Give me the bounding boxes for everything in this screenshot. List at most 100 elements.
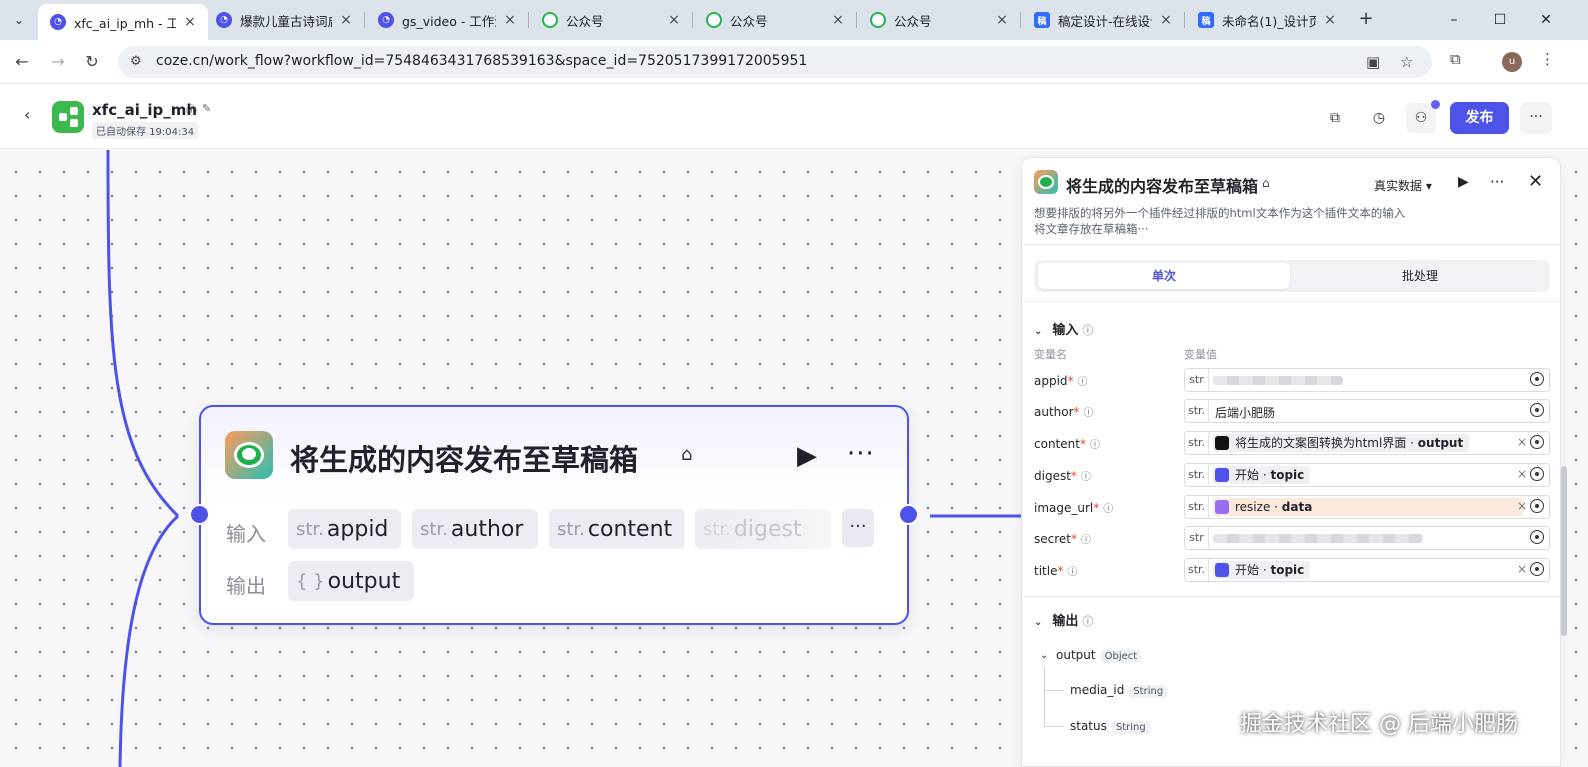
variable-reference-tag[interactable]: 开始 · topic [1213, 466, 1311, 484]
input-section-header[interactable]: ⌄ 输入 ⓘ [1034, 319, 1093, 338]
maximize-icon[interactable]: ☐ [1486, 8, 1514, 32]
publish-button[interactable]: 发布 [1450, 102, 1509, 134]
browser-tab-7[interactable]: 稿 稿定设计-在线设计 × [1022, 4, 1184, 36]
close-icon[interactable]: × [338, 12, 354, 28]
node-output-label: 输出 [226, 574, 266, 598]
minimize-icon[interactable]: – [1440, 8, 1468, 32]
extensions-icon[interactable]: ⧉ [1450, 50, 1461, 68]
param-name-title: title* ⓘ [1034, 564, 1078, 578]
address-bar[interactable]: ⚙ coze.cn/work_flow?workflow_id=75484634… [118, 46, 1432, 78]
param-input-secret[interactable]: str [1184, 526, 1550, 550]
clear-icon[interactable]: × [1517, 467, 1527, 481]
param-input-appid[interactable]: str [1184, 368, 1550, 392]
param-input-digest[interactable]: str. 开始 · topic × [1184, 463, 1550, 487]
variable-reference-icon[interactable] [1530, 372, 1544, 386]
info-icon[interactable]: ⓘ [1081, 535, 1091, 546]
info-icon[interactable]: ⓘ [1090, 440, 1100, 451]
variable-reference-icon[interactable] [1530, 435, 1544, 449]
chevron-down-icon: ⌄ [1034, 326, 1043, 337]
variable-reference-tag[interactable]: 将生成的文案图转换为html界面 · output [1213, 434, 1470, 452]
reload-icon[interactable]: ↻ [80, 50, 104, 74]
plugin-store-icon[interactable]: ⌂ [1262, 176, 1270, 190]
back-chevron-icon[interactable]: ‹ [24, 105, 30, 124]
output-section-header[interactable]: ⌄ 输出 ⓘ [1034, 610, 1093, 629]
param-name-content: content* ⓘ [1034, 437, 1100, 451]
clear-icon[interactable]: × [1517, 435, 1527, 449]
tab-batch[interactable]: 批处理 [1294, 263, 1546, 289]
info-icon[interactable]: ⓘ [186, 102, 197, 118]
param-input-content[interactable]: str. 将生成的文案图转换为html界面 · output × [1184, 431, 1550, 455]
forward-arrow-icon[interactable]: → [46, 50, 70, 74]
variable-reference-icon[interactable] [1530, 562, 1544, 576]
input-pill-digest: str. digest [695, 509, 831, 549]
run-node-icon[interactable]: ▶ [797, 441, 817, 471]
close-icon[interactable]: × [1322, 12, 1338, 28]
param-input-image-url[interactable]: str. resize · data × [1184, 495, 1550, 519]
site-settings-icon[interactable]: ⚙ [130, 54, 142, 69]
browser-tab-4[interactable]: 公众号 × [530, 4, 692, 36]
wechat-icon [542, 12, 558, 28]
plugin-store-icon[interactable]: ⌂ [681, 444, 692, 465]
clipboard-icon[interactable]: ▣ [1366, 53, 1380, 71]
param-name-digest: digest* ⓘ [1034, 469, 1091, 483]
param-input-author[interactable]: str. 后端小肥肠 [1184, 399, 1550, 423]
close-icon[interactable]: × [666, 12, 682, 28]
back-arrow-icon[interactable]: ← [10, 50, 34, 74]
panel-scrollbar[interactable] [1561, 466, 1567, 636]
info-icon[interactable]: ⓘ [1082, 615, 1093, 628]
data-mode-select[interactable]: 真实数据 ▾ [1374, 177, 1432, 194]
close-icon[interactable]: × [1158, 12, 1174, 28]
tab-search-chevron-icon[interactable]: ⌄ [6, 8, 32, 32]
browser-tab-8[interactable]: 稿 未命名(1)_设计页 × [1186, 4, 1348, 36]
info-icon[interactable]: ⓘ [1067, 567, 1077, 578]
profile-avatar[interactable]: u [1502, 52, 1522, 72]
tab-single[interactable]: 单次 [1038, 263, 1290, 289]
info-icon[interactable]: ⓘ [1084, 408, 1094, 419]
more-icon[interactable]: ··· [1490, 173, 1504, 191]
chevron-down-icon[interactable]: ⌄ [1040, 650, 1048, 661]
node-source-icon [1215, 436, 1229, 450]
param-input-title[interactable]: str. 开始 · topic × [1184, 558, 1550, 582]
close-icon[interactable]: ✕ [1528, 171, 1543, 192]
close-icon[interactable]: × [830, 12, 846, 28]
variable-reference-tag[interactable]: resize · data [1213, 498, 1523, 516]
workflow-header: ‹ xfc_ai_ip_mh ⓘ ✎ 已自动保存 19:04:34 ⧉ ◷ ⚇ … [0, 85, 1588, 149]
close-icon[interactable]: × [502, 12, 518, 28]
variable-reference-icon[interactable] [1530, 403, 1544, 417]
variable-reference-icon[interactable] [1530, 530, 1544, 544]
plugin-node[interactable]: 将生成的内容发布至草稿箱 ⌂ ▶ ··· 输入 str. appid str. au… [199, 405, 909, 625]
clear-icon[interactable]: × [1517, 562, 1527, 576]
info-icon[interactable]: ⓘ [1081, 472, 1091, 483]
window-close-icon[interactable]: ✕ [1532, 8, 1560, 32]
resize-node-icon [1215, 500, 1229, 514]
node-more-icon[interactable]: ··· [847, 439, 875, 469]
input-pill-author: str. author [412, 509, 538, 549]
more-options-button[interactable]: ··· [1520, 102, 1552, 134]
info-icon[interactable]: ⓘ [1082, 324, 1093, 337]
close-icon[interactable]: × [994, 12, 1010, 28]
clear-icon[interactable]: × [1517, 499, 1527, 513]
info-icon[interactable]: ⓘ [1078, 377, 1088, 388]
bookmark-star-icon[interactable]: ☆ [1400, 53, 1413, 71]
variable-reference-icon[interactable] [1530, 499, 1544, 513]
node-input-port[interactable] [189, 504, 210, 525]
variable-reference-icon[interactable] [1530, 467, 1544, 481]
more-inputs-icon[interactable]: ··· [842, 509, 874, 547]
browser-tab-1[interactable]: ◔ xfc_ai_ip_mh - 工 × [38, 4, 208, 40]
close-icon[interactable]: × [182, 14, 198, 30]
run-icon[interactable]: ▶ [1458, 174, 1469, 190]
info-icon[interactable]: ⓘ [1103, 504, 1113, 515]
edit-icon[interactable]: ✎ [202, 102, 211, 115]
browser-tab-6[interactable]: 公众号 × [858, 4, 1020, 36]
variable-reference-tag[interactable]: 开始 · topic [1213, 561, 1311, 579]
browser-tab-5[interactable]: 公众号 × [694, 4, 856, 36]
browser-tab-3[interactable]: ◔ gs_video - 工作流 × [366, 4, 528, 36]
copy-icon[interactable]: ⧉ [1320, 103, 1350, 133]
output-field-media-id: media_id String [1070, 683, 1168, 698]
node-output-port[interactable] [898, 504, 919, 525]
browser-menu-icon[interactable]: ⋮ [1540, 50, 1555, 68]
new-tab-button[interactable]: + [1354, 8, 1378, 32]
masked-value [1213, 376, 1343, 385]
history-icon[interactable]: ◷ [1364, 103, 1394, 133]
browser-tab-2[interactable]: ◔ 爆款儿童古诗词启 × [204, 4, 364, 36]
